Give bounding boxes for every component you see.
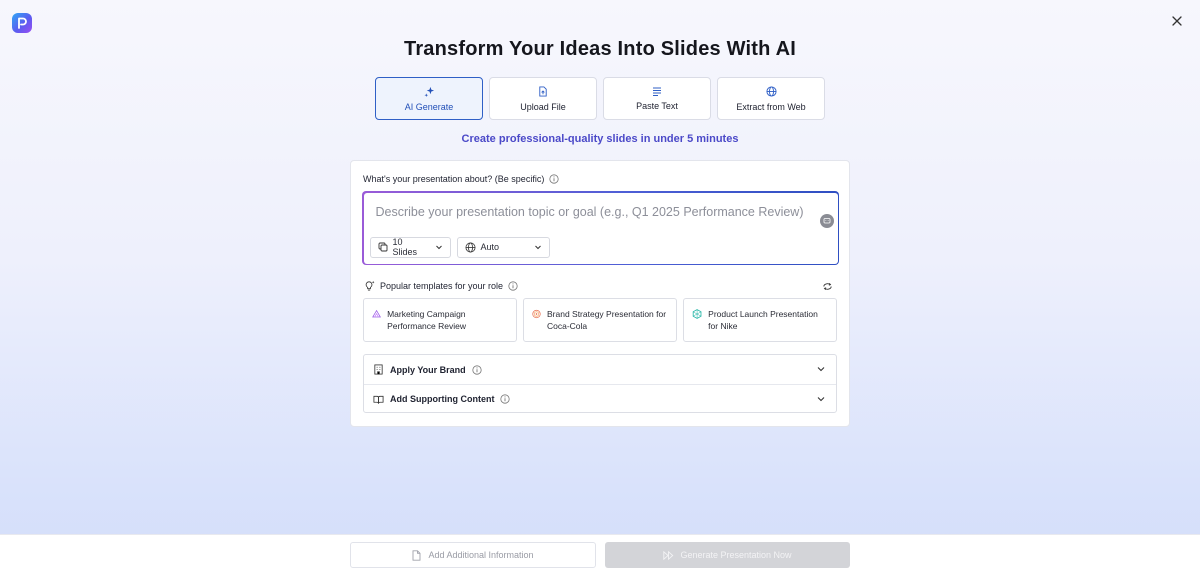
bottom-action-bar: Add Additional Information Generate Pres… bbox=[0, 534, 1200, 574]
prompt-inner: 10 Slides Auto bbox=[363, 192, 838, 264]
app-logo bbox=[12, 13, 32, 33]
voice-input-button[interactable] bbox=[819, 213, 834, 228]
tab-upload-file[interactable]: Upload File bbox=[489, 77, 597, 120]
mode-tabs: AI Generate Upload File Paste Text Extra… bbox=[375, 77, 825, 120]
prompt-label-text: What's your presentation about? (Be spec… bbox=[363, 174, 545, 184]
language-value: Auto bbox=[480, 242, 500, 252]
template-item[interactable]: Product Launch Presentation for Nike bbox=[683, 298, 837, 342]
close-button[interactable] bbox=[1168, 12, 1186, 30]
generate-presentation-button[interactable]: Generate Presentation Now bbox=[605, 542, 850, 568]
template-item[interactable]: Brand Strategy Presentation for Coca-Col… bbox=[523, 298, 677, 342]
globe-icon bbox=[465, 242, 475, 252]
prompt-label: What's your presentation about? (Be spec… bbox=[363, 174, 559, 184]
add-info-label: Add Additional Information bbox=[428, 550, 534, 560]
info-icon[interactable] bbox=[472, 364, 482, 375]
tab-label: AI Generate bbox=[404, 101, 454, 112]
fast-forward-icon bbox=[663, 550, 674, 560]
info-icon[interactable] bbox=[549, 174, 559, 184]
tagline: Create professional-quality slides in un… bbox=[461, 133, 739, 145]
book-icon bbox=[373, 395, 384, 404]
tab-label: Paste Text bbox=[636, 101, 678, 111]
building-icon bbox=[374, 364, 383, 375]
template-label: Marketing Campaign Performance Review bbox=[387, 309, 466, 331]
refresh-templates-button[interactable] bbox=[821, 280, 833, 292]
refresh-icon bbox=[822, 282, 832, 290]
supporting-content-label: Add Supporting Content bbox=[390, 394, 495, 404]
tab-extract-from-web[interactable]: Extract from Web bbox=[717, 77, 825, 120]
prompt-box: 10 Slides Auto bbox=[362, 191, 839, 265]
tab-label: Upload File bbox=[520, 101, 566, 112]
prompt-input[interactable] bbox=[375, 204, 816, 219]
apply-brand-label: Apply Your Brand bbox=[390, 364, 466, 375]
close-icon bbox=[1172, 16, 1182, 26]
info-icon[interactable] bbox=[508, 280, 518, 291]
chevron-down-icon bbox=[817, 397, 825, 402]
options-accordion: Apply Your Brand Add Supporting Content bbox=[363, 354, 837, 413]
template-label: Product Launch Presentation for Nike bbox=[708, 309, 818, 331]
prompt-card: What's your presentation about? (Be spec… bbox=[350, 160, 850, 427]
supporting-content-toggle[interactable]: Add Supporting Content bbox=[364, 384, 836, 413]
hexagon-icon bbox=[692, 309, 702, 319]
tab-label: Extract from Web bbox=[736, 101, 806, 112]
templates-header-text: Popular templates for your role bbox=[380, 280, 504, 291]
globe-icon bbox=[765, 85, 777, 97]
chevron-down-icon bbox=[534, 245, 541, 250]
template-list: Marketing Campaign Performance Review Br… bbox=[363, 298, 837, 342]
chevron-down-icon bbox=[435, 245, 442, 250]
tab-ai-generate[interactable]: AI Generate bbox=[375, 77, 483, 120]
tab-paste-text[interactable]: Paste Text bbox=[603, 77, 711, 120]
page-title: Transform Your Ideas Into Slides With AI bbox=[404, 38, 796, 60]
slides-count-select[interactable]: 10 Slides bbox=[369, 236, 451, 258]
chevron-down-icon bbox=[817, 367, 825, 372]
generate-label: Generate Presentation Now bbox=[680, 550, 792, 560]
lightbulb-icon bbox=[365, 280, 375, 291]
apply-brand-toggle[interactable]: Apply Your Brand bbox=[364, 355, 836, 384]
text-lines-icon bbox=[653, 87, 661, 96]
document-icon bbox=[413, 549, 421, 561]
microphone-icon bbox=[823, 217, 830, 223]
template-label: Brand Strategy Presentation for Coca-Col… bbox=[546, 309, 667, 331]
slides-copy-icon bbox=[378, 242, 387, 252]
info-icon[interactable] bbox=[500, 394, 511, 404]
slides-count-value: 10 Slides bbox=[392, 237, 418, 257]
add-additional-information-button[interactable]: Add Additional Information bbox=[350, 542, 596, 568]
template-item[interactable]: Marketing Campaign Performance Review bbox=[363, 298, 517, 342]
file-upload-icon bbox=[539, 85, 547, 97]
logo-p-icon bbox=[18, 17, 27, 29]
templates-header: Popular templates for your role bbox=[364, 280, 518, 291]
language-select[interactable]: Auto bbox=[456, 236, 550, 258]
sparkle-icon bbox=[423, 86, 434, 97]
target-icon bbox=[532, 309, 541, 319]
triangle-mountain-icon bbox=[372, 309, 381, 318]
